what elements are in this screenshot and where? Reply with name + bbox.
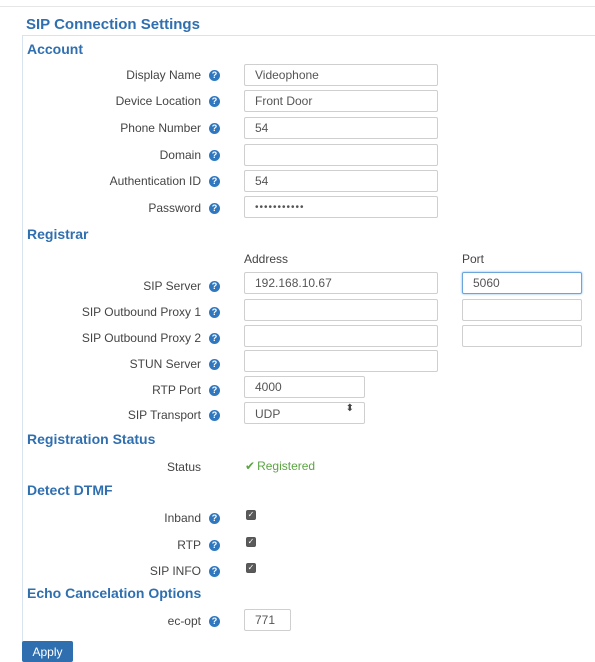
ec-opt-input[interactable] [244,609,291,631]
status-label: Status [166,460,201,474]
inband-checkbox[interactable]: ✓ [246,510,256,520]
outbound-proxy-1-port-input[interactable] [462,299,582,321]
outbound-proxy-2-label: SIP Outbound Proxy 2 [81,331,201,345]
detect-dtmf-heading: Detect DTMF [27,482,113,498]
rtp-port-label: RTP Port [152,383,201,397]
check-mark-icon: ✔ [245,459,256,473]
phone-number-label: Phone Number [120,121,201,135]
outbound-proxy-1-address-input[interactable] [244,299,438,321]
registrar-heading: Registrar [27,226,89,242]
address-column-header: Address [244,252,289,266]
sip-transport-label: SIP Transport [127,408,201,422]
outbound-proxy-1-help-icon[interactable]: ? [209,307,220,318]
device-location-help-icon[interactable]: ? [209,96,220,107]
sip-info-help-icon[interactable]: ? [209,566,220,577]
sip-server-port-input[interactable] [462,272,582,294]
form-left-border [22,35,23,645]
display-name-help-icon[interactable]: ? [209,70,220,81]
sip-info-checkbox[interactable]: ✓ [246,563,256,573]
sip-server-label: SIP Server [143,279,201,293]
sip-transport-help-icon[interactable]: ? [209,410,220,421]
domain-input[interactable] [244,144,438,166]
apply-button[interactable]: Apply [22,641,73,662]
status-text: Registered [257,459,316,473]
inband-help-icon[interactable]: ? [209,513,220,524]
domain-label: Domain [159,148,201,162]
password-label: Password [148,201,201,215]
sip-server-address-input[interactable] [244,272,438,294]
display-name-input[interactable] [244,64,438,86]
outbound-proxy-1-label: SIP Outbound Proxy 1 [81,305,201,319]
outbound-proxy-2-address-input[interactable] [244,325,438,347]
ec-opt-help-icon[interactable]: ? [209,616,220,627]
device-location-label: Device Location [115,94,201,108]
ec-opt-label: ec-opt [167,614,201,628]
sip-server-help-icon[interactable]: ? [209,281,220,292]
stun-server-help-icon[interactable]: ? [209,359,220,370]
stun-server-label: STUN Server [129,357,201,371]
auth-id-help-icon[interactable]: ? [209,176,220,187]
password-help-icon[interactable]: ? [209,203,220,214]
registration-status-heading: Registration Status [27,431,156,447]
stun-server-input[interactable] [244,350,438,372]
auth-id-input[interactable] [244,170,438,192]
registration-status-value: ✔ Registered [245,459,315,473]
password-input[interactable] [244,196,438,218]
account-heading: Account [27,41,83,57]
domain-help-icon[interactable]: ? [209,150,220,161]
port-column-header: Port [462,252,485,266]
title-divider [22,35,595,36]
device-location-input[interactable] [244,90,438,112]
rtp-dtmf-checkbox[interactable]: ✓ [246,537,256,547]
select-caret-icon: ⬍ [345,403,354,414]
outbound-proxy-2-help-icon[interactable]: ? [209,333,220,344]
phone-number-help-icon[interactable]: ? [209,123,220,134]
rtp-port-input[interactable] [244,376,365,398]
rtp-dtmf-help-icon[interactable]: ? [209,540,220,551]
rtp-port-help-icon[interactable]: ? [209,385,220,396]
sip-info-label: SIP INFO [149,564,201,578]
top-divider [0,6,595,7]
display-name-label: Display Name [126,68,201,82]
echo-cancel-heading: Echo Cancelation Options [27,585,202,601]
outbound-proxy-2-port-input[interactable] [462,325,582,347]
rtp-dtmf-label: RTP [177,538,201,552]
sip-transport-select[interactable]: UDP ⬍ [244,402,365,424]
inband-label: Inband [164,511,201,525]
sip-transport-value: UDP [255,407,281,421]
phone-number-input[interactable] [244,117,438,139]
auth-id-label: Authentication ID [109,174,201,188]
page-title: SIP Connection Settings [26,16,200,33]
